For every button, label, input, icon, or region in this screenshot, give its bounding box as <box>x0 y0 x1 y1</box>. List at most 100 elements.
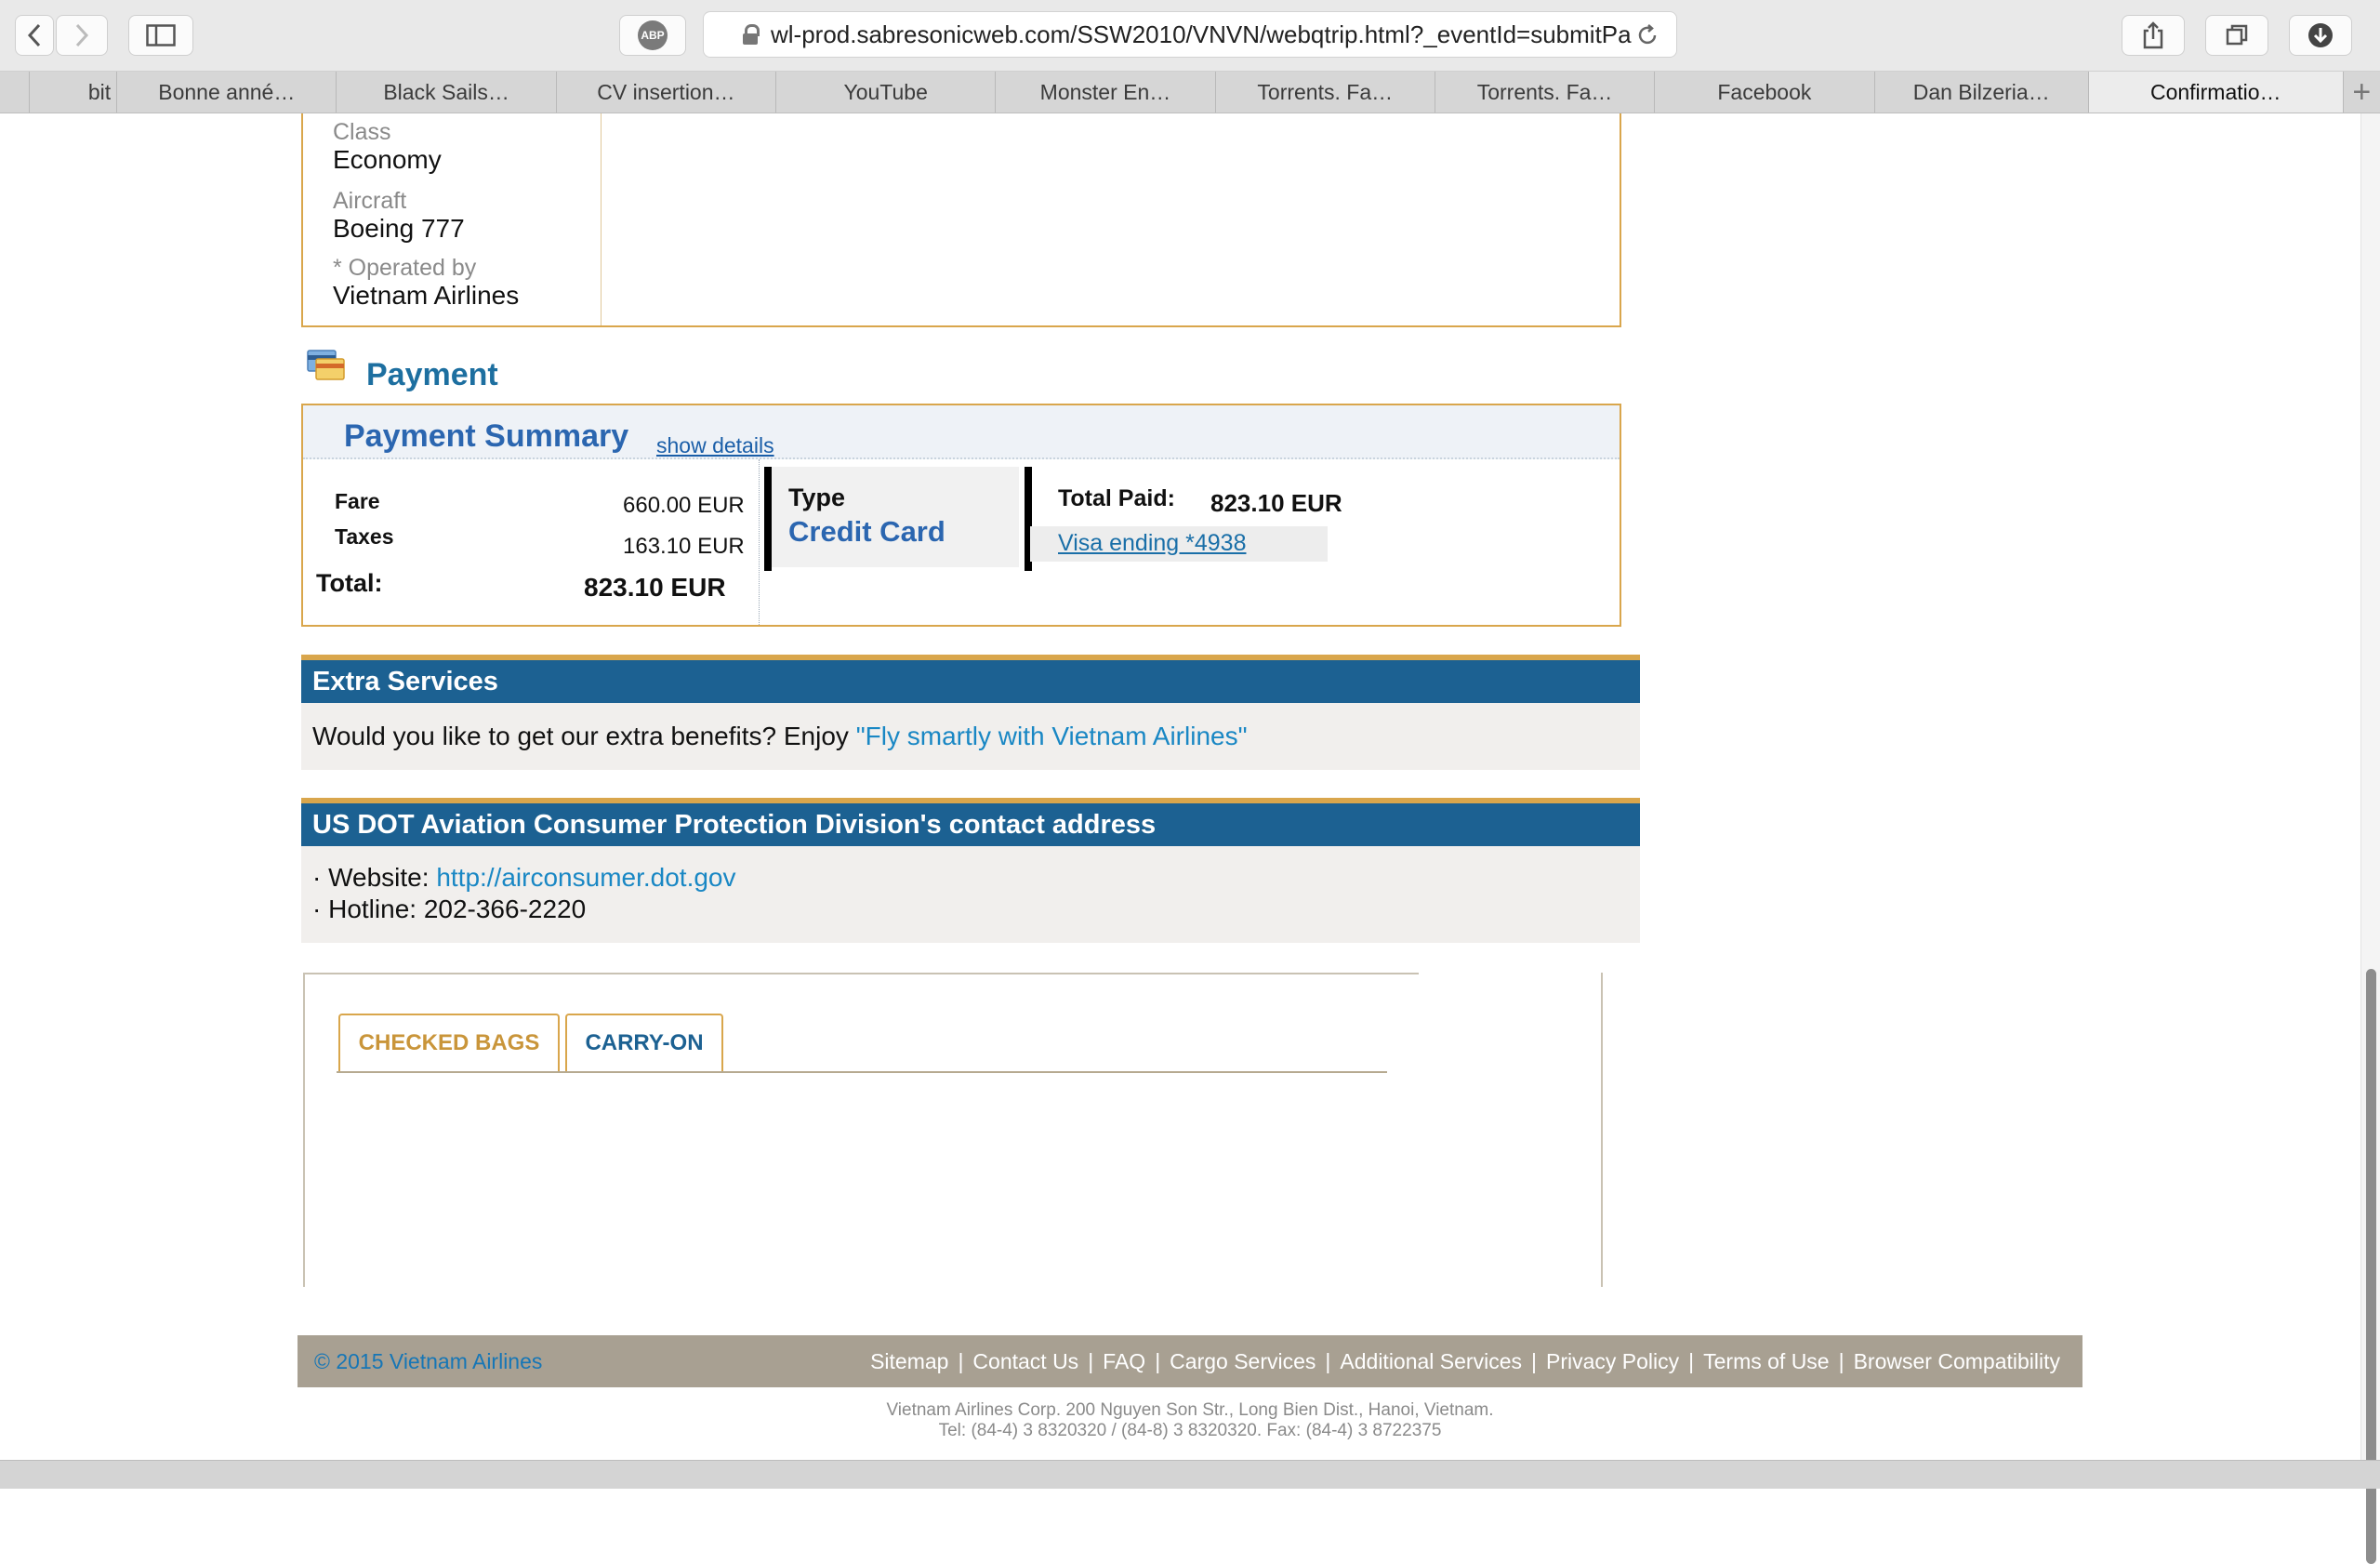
footer-link-contact-us[interactable]: Contact Us <box>972 1349 1078 1374</box>
tab-item[interactable]: Facebook <box>1655 72 1875 113</box>
extra-services-body: Would you like to get our extra benefits… <box>301 703 1640 770</box>
total-value: 823.10 EUR <box>584 573 726 602</box>
baggage-right-border <box>1601 973 1603 1287</box>
website-label: · Website: <box>312 863 437 892</box>
baggage-top-border <box>303 973 1419 974</box>
page-scrollbar[interactable] <box>2360 113 2380 1564</box>
show-details-link[interactable]: show details <box>656 433 774 458</box>
total-label: Total: <box>316 569 383 597</box>
sidebar-toggle-button[interactable] <box>128 15 193 56</box>
extra-services-prompt: Would you like to get our extra benefits… <box>312 722 856 750</box>
type-label: Type <box>788 484 846 511</box>
tab-bar: bit Bonne anné… Black Sails… CV insertio… <box>0 72 2380 113</box>
footer-link-sitemap[interactable]: Sitemap <box>870 1349 948 1374</box>
payment-summary-title: Payment Summary <box>344 418 629 454</box>
tab-checked-bags[interactable]: CHECKED BAGS <box>338 1014 560 1071</box>
downloads-button[interactable] <box>2289 15 2352 56</box>
flight-details-box: Class Economy Aircraft Boeing 777 * Oper… <box>301 113 1621 327</box>
back-button[interactable] <box>15 15 54 56</box>
fare-label: Fare <box>335 489 380 513</box>
footer-separator: | <box>1325 1348 1331 1373</box>
dot-website-link[interactable]: http://airconsumer.dot.gov <box>436 863 735 892</box>
forward-button[interactable] <box>56 15 108 56</box>
tab-item[interactable]: Dan Bilzeria… <box>1875 72 2089 113</box>
share-button[interactable] <box>2122 15 2185 56</box>
tab-carry-on[interactable]: CARRY-ON <box>565 1014 723 1071</box>
footer-link-faq[interactable]: FAQ <box>1103 1349 1145 1374</box>
page-content: Class Economy Aircraft Boeing 777 * Oper… <box>0 113 2361 1460</box>
site-footer: © 2015 Vietnam Airlines Sitemap | Contact… <box>298 1335 2082 1387</box>
operated-by-label: * Operated by <box>333 255 477 281</box>
chevron-left-icon <box>27 23 41 47</box>
download-icon <box>2308 23 2333 47</box>
class-value: Economy <box>333 145 442 174</box>
tab-item[interactable] <box>0 72 30 113</box>
aircraft-label: Aircraft <box>333 188 407 214</box>
total-paid-value: 823.10 EUR <box>1210 489 1342 517</box>
lock-icon <box>743 24 760 45</box>
summary-dotted-divider <box>759 459 760 625</box>
address-url: wl-prod.sabresonicweb.com/SSW2010/VNVN/w… <box>771 20 1632 48</box>
reload-icon[interactable] <box>1635 23 1659 47</box>
footer-separator: | <box>958 1348 964 1373</box>
total-paid-label: Total Paid: <box>1058 485 1175 511</box>
sidebar-icon <box>146 24 176 46</box>
tab-item-active[interactable]: Confirmatio… <box>2088 72 2344 113</box>
footer-separator: | <box>1688 1348 1695 1373</box>
adblock-button[interactable]: ABP <box>619 15 686 56</box>
company-contact: Tel: (84-4) 3 8320320 / (84-8) 3 8320320… <box>938 1421 1442 1440</box>
share-icon <box>2143 21 2163 49</box>
footer-links: Sitemap | Contact Us | FAQ | Cargo Services… <box>870 1335 2060 1387</box>
tab-item[interactable]: bit <box>30 72 118 113</box>
chevron-right-icon <box>75 23 89 47</box>
footer-link-browser-compatibility[interactable]: Browser Compatibility <box>1854 1349 2060 1374</box>
visa-card-link[interactable]: Visa ending *4938 <box>1058 530 1247 557</box>
taxes-label: Taxes <box>335 524 394 549</box>
status-bar <box>0 1460 2380 1489</box>
tabs-icon <box>2226 24 2248 46</box>
tab-item[interactable]: Monster En… <box>996 72 1216 113</box>
website-row: · Website: http://airconsumer.dot.gov <box>312 863 736 893</box>
footer-link-additional-services[interactable]: Additional Services <box>1340 1349 1522 1374</box>
baggage-panel: CHECKED BAGS CARRY-ON <box>303 973 1605 1287</box>
baggage-tabs-underline <box>337 1071 1387 1073</box>
us-dot-body: · Website: http://airconsumer.dot.gov · … <box>301 846 1640 943</box>
tab-item[interactable]: CV insertion… <box>557 72 777 113</box>
adblock-icon: ABP <box>638 20 668 50</box>
flight-divider <box>601 113 602 325</box>
payment-summary-header: Payment Summary show details <box>303 405 1620 459</box>
aircraft-value: Boeing 777 <box>333 214 465 243</box>
tab-item[interactable]: Torrents. Fa… <box>1216 72 1435 113</box>
footer-separator: | <box>1531 1348 1537 1373</box>
class-label: Class <box>333 119 391 145</box>
copyright-link[interactable]: © 2015 Vietnam Airlines <box>314 1349 542 1374</box>
tab-item[interactable]: Black Sails… <box>337 72 557 113</box>
footer-separator: | <box>1838 1348 1844 1373</box>
address-bar[interactable]: wl-prod.sabresonicweb.com/SSW2010/VNVN/w… <box>703 11 1677 58</box>
tabs-overview-button[interactable] <box>2205 15 2268 56</box>
type-left-bar <box>764 467 772 571</box>
footer-separator: | <box>1088 1348 1094 1373</box>
new-tab-button[interactable]: + <box>2344 72 2380 113</box>
tab-item[interactable]: Bonne anné… <box>117 72 337 113</box>
extra-services-text: Would you like to get our extra benefits… <box>312 722 1248 751</box>
type-value: Credit Card <box>788 515 945 548</box>
tab-item[interactable]: YouTube <box>776 72 997 113</box>
footer-link-cargo-services[interactable]: Cargo Services <box>1170 1349 1316 1374</box>
tab-item[interactable]: Torrents. Fa… <box>1435 72 1656 113</box>
us-dot-header: US DOT Aviation Consumer Protection Divi… <box>301 798 1640 846</box>
footer-link-privacy-policy[interactable]: Privacy Policy <box>1546 1349 1679 1374</box>
payment-section-title: Payment <box>366 357 498 392</box>
fly-smartly-link[interactable]: "Fly smartly with Vietnam Airlines" <box>856 722 1248 750</box>
browser-toolbar: ABP wl-prod.sabresonicweb.com/SSW2010/VN… <box>0 0 2380 72</box>
baggage-left-border <box>303 973 305 1287</box>
operated-by-value: Vietnam Airlines <box>333 281 520 310</box>
payment-summary-box: Payment Summary show details Fare 660.00… <box>301 404 1621 627</box>
footer-separator: | <box>1155 1348 1161 1373</box>
company-address: Vietnam Airlines Corp. 200 Nguyen Son St… <box>886 1400 1494 1420</box>
taxes-value: 163.10 EUR <box>623 534 745 559</box>
footer-link-terms-of-use[interactable]: Terms of Use <box>1703 1349 1829 1374</box>
hotline-text: · Hotline: 202-366-2220 <box>312 895 587 923</box>
fare-value: 660.00 EUR <box>623 493 745 518</box>
payment-card-icon <box>307 350 345 380</box>
